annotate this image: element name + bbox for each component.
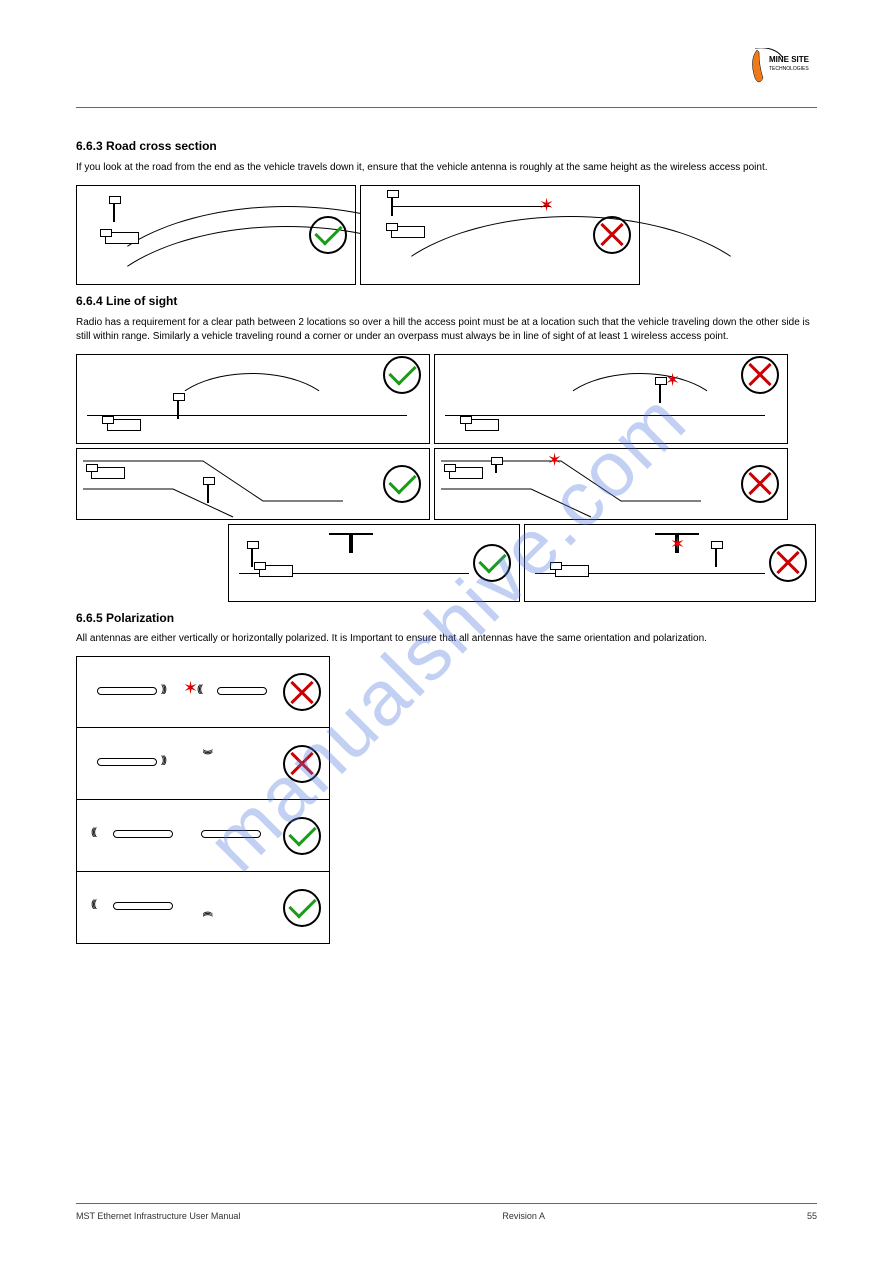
collision-star-icon: ✶ (183, 681, 197, 695)
figure-row-road-cross: ✶ (76, 185, 817, 285)
company-logo: MINE SITE TECHNOLOGIES (747, 48, 817, 95)
svg-text:TECHNOLOGIES: TECHNOLOGIES (769, 66, 809, 72)
figure-overpass-incorrect: ✶ (524, 524, 816, 602)
figure-stack-polarization: ))) ✶ ((( ))) ))) ((( ((( ((( (76, 656, 330, 944)
figure-hill-incorrect: ✶ (434, 354, 788, 444)
collision-star-icon: ✶ (670, 537, 684, 551)
heading-road-cross-section: 6.6.3 Road cross section (76, 138, 817, 155)
svg-text:MINE SITE: MINE SITE (769, 55, 810, 64)
footer-doc-title: MST Ethernet Infrastructure User Manual (76, 1210, 240, 1223)
cross-icon (593, 216, 631, 254)
page-header: MINE SITE TECHNOLOGIES (76, 48, 817, 108)
footer-revision: Revision A (502, 1210, 545, 1223)
collision-star-icon: ✶ (665, 373, 679, 387)
cross-icon (283, 745, 321, 783)
text-polarization: All antennas are either vertically or ho… (76, 632, 817, 646)
figure-road-cross-correct (76, 185, 356, 285)
figure-overpass-correct (228, 524, 520, 602)
figure-polarization-ok-1: ((( (76, 800, 330, 872)
heading-polarization: 6.6.5 Polarization (76, 610, 817, 627)
figure-corner-correct (76, 448, 430, 520)
cross-icon (769, 544, 807, 582)
cross-icon (741, 356, 779, 394)
figure-row-overpass: ✶ (228, 524, 817, 602)
figure-row-hill: ✶ (76, 354, 817, 444)
text-road-cross-section: If you look at the road from the end as … (76, 161, 817, 175)
figure-corner-incorrect: ✶ (434, 448, 788, 520)
figure-road-cross-incorrect: ✶ (360, 185, 640, 285)
check-icon (283, 817, 321, 855)
cross-icon (741, 465, 779, 503)
page-footer: MST Ethernet Infrastructure User Manual … (76, 1203, 817, 1223)
check-icon (283, 889, 321, 927)
figure-polarization-bad-2: ))) ))) (76, 728, 330, 800)
check-icon (309, 216, 347, 254)
check-icon (383, 465, 421, 503)
figure-hill-correct (76, 354, 430, 444)
cross-icon (283, 673, 321, 711)
figure-polarization-ok-2: ((( ((( (76, 872, 330, 944)
figure-polarization-bad-1: ))) ✶ ((( (76, 656, 330, 728)
check-icon (473, 544, 511, 582)
figure-row-corner: ✶ (76, 448, 817, 520)
collision-star-icon: ✶ (539, 198, 553, 212)
collision-star-icon: ✶ (547, 453, 561, 467)
check-icon (383, 356, 421, 394)
footer-page-number: 55 (807, 1210, 817, 1223)
